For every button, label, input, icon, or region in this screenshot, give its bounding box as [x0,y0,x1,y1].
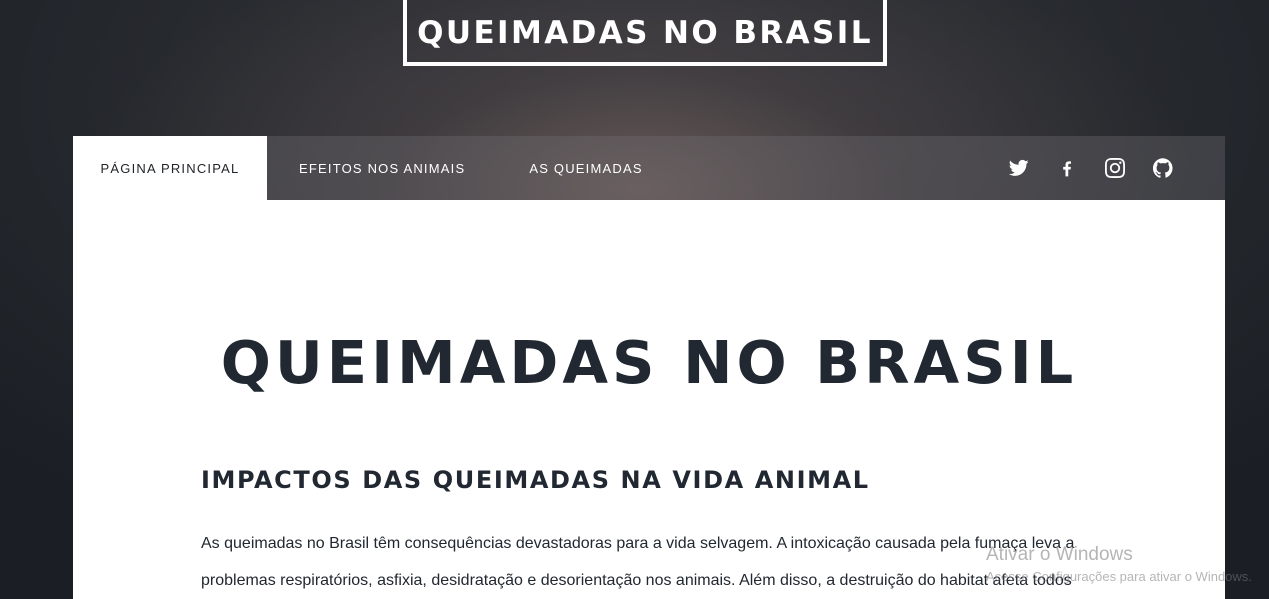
main-content: QUEIMADAS NO BRASIL IMPACTOS DAS QUEIMAD… [73,200,1225,599]
social-links [995,136,1225,200]
facebook-icon[interactable] [1043,136,1091,200]
github-icon[interactable] [1139,136,1187,200]
page-title: QUEIMADAS NO BRASIL [220,328,1078,397]
site-header: QUEIMADAS NO BRASIL [0,0,1269,136]
section-title: IMPACTOS DAS QUEIMADAS NA VIDA ANIMAL [201,466,870,494]
intro-paragraph: As queimadas no Brasil têm consequências… [201,535,1075,589]
nav-item-efeitos-nos-animais[interactable]: EFEITOS NOS ANIMAIS [267,136,497,200]
instagram-icon[interactable] [1091,136,1139,200]
main-navbar: PÁGINA PRINCIPAL EFEITOS NOS ANIMAIS AS … [73,136,1225,200]
site-logo[interactable]: QUEIMADAS NO BRASIL [403,0,887,66]
site-logo-text: QUEIMADAS NO BRASIL [417,15,873,51]
twitter-icon[interactable] [995,136,1043,200]
nav-item-pagina-principal[interactable]: PÁGINA PRINCIPAL [73,136,267,200]
nav-item-as-queimadas[interactable]: AS QUEIMADAS [497,136,674,200]
